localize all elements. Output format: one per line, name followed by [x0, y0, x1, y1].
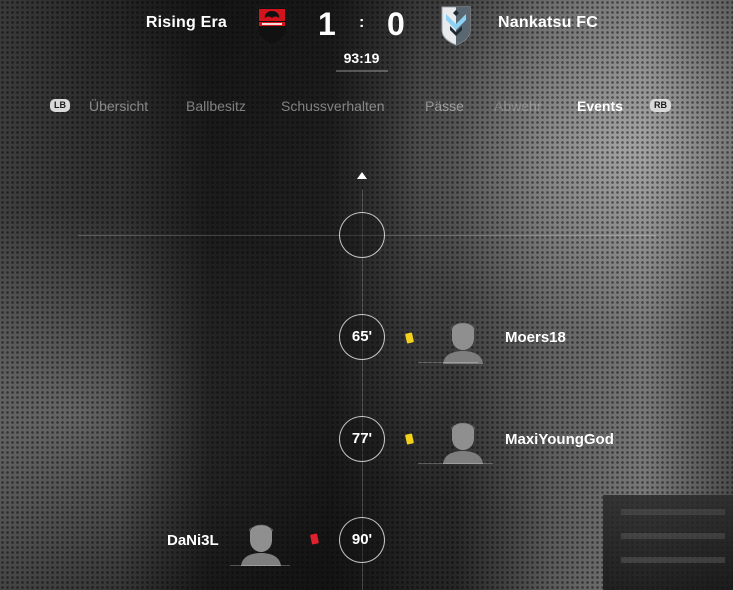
- avatar-divider: [418, 463, 493, 464]
- tab-defence: Abwehr: [494, 98, 542, 114]
- match-stats-screen: Rising Era 1 : 0 Nankatsu FC 93:19 LB Üb…: [0, 0, 733, 590]
- event-minute: 65': [339, 314, 385, 360]
- arrow-up-icon[interactable]: [357, 172, 367, 179]
- background-graphic: [603, 495, 733, 590]
- tab-passes[interactable]: Pässe: [425, 98, 464, 114]
- home-team-name: Rising Era: [145, 14, 227, 31]
- yellow-card-icon: [405, 433, 414, 445]
- event-minute: 90': [339, 517, 385, 563]
- home-score: 1: [318, 6, 336, 42]
- player-avatar-icon: [443, 422, 483, 464]
- stats-tab-bar: LB Übersicht Ballbesitz Schussverhalten …: [0, 96, 733, 120]
- rb-button[interactable]: RB: [650, 99, 671, 112]
- background-shadow: [120, 0, 420, 590]
- tab-shooting[interactable]: Schussverhalten: [281, 98, 385, 114]
- halftime-marker: [339, 212, 385, 258]
- event-player-name: Moers18: [505, 329, 566, 346]
- score-separator: :: [359, 14, 365, 31]
- clock-divider: [336, 70, 388, 72]
- stade-rennais-crest-icon: [256, 6, 288, 46]
- player-avatar-icon: [241, 524, 281, 566]
- avatar-divider: [418, 362, 478, 363]
- match-clock: 93:19: [343, 50, 380, 66]
- red-card-icon: [310, 533, 319, 545]
- tab-events[interactable]: Events: [577, 98, 623, 114]
- away-team-name: Nankatsu FC: [498, 14, 598, 31]
- event-player-name: DaNi3L: [167, 532, 219, 549]
- player-avatar-icon: [443, 322, 483, 364]
- yellow-card-icon: [405, 332, 414, 344]
- minnesota-united-crest-icon: [441, 6, 471, 46]
- tab-possession[interactable]: Ballbesitz: [186, 98, 246, 114]
- scoreboard: Rising Era 1 : 0 Nankatsu FC 93:19: [0, 0, 733, 72]
- lb-button[interactable]: LB: [50, 99, 70, 112]
- event-minute: 77': [339, 416, 385, 462]
- event-player-name: MaxiYoungGod: [505, 431, 614, 448]
- tab-overview[interactable]: Übersicht: [89, 98, 148, 114]
- avatar-divider: [230, 565, 290, 566]
- away-score: 0: [387, 6, 405, 42]
